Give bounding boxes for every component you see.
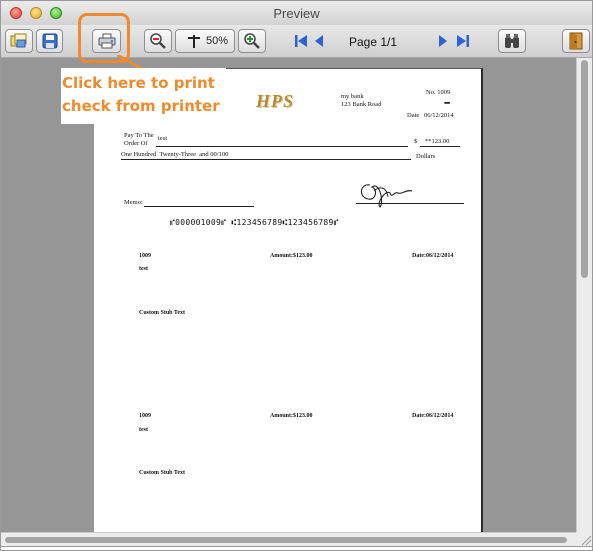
stub-custom-text: Custom Stub Text xyxy=(139,310,186,316)
signature-line xyxy=(356,203,464,204)
horizontal-scrollbar[interactable] xyxy=(1,532,576,547)
date-label: Date xyxy=(407,112,420,119)
vertical-scrollbar[interactable] xyxy=(576,58,592,532)
last-page-icon[interactable] xyxy=(456,34,470,48)
stub-check-number: 1009 xyxy=(139,413,151,419)
previous-page-icon[interactable] xyxy=(314,34,324,48)
open-button[interactable] xyxy=(5,29,33,53)
bank-name: my bank xyxy=(341,93,364,100)
fit-page-icon xyxy=(188,35,200,48)
amount-words-line xyxy=(121,159,411,160)
background-window-edge xyxy=(1,546,592,550)
exit-door-icon xyxy=(569,32,583,50)
stub-date: Date:06/12/2014 xyxy=(412,413,454,419)
pay-to-label-line1: Pay To The xyxy=(124,132,154,139)
memo-line xyxy=(144,206,254,207)
payee-name: test xyxy=(158,135,168,142)
zoom-level-label: 50% xyxy=(206,35,229,47)
payee-line xyxy=(156,146,408,147)
memo-label: Memo: xyxy=(124,199,143,206)
amount-in-words: One Hundred Twenty-Three and 00/100 xyxy=(121,151,229,158)
fraction-code: ▪▪▪▪ xyxy=(444,100,450,107)
check-amount: **123.00 xyxy=(425,138,450,145)
zoom-level-field[interactable]: 50% xyxy=(175,29,235,53)
binoculars-icon xyxy=(505,34,519,48)
micr-line: ⑈000001009⑈ ⑆123456789⑆123456789⑈ xyxy=(170,218,339,227)
signature-image xyxy=(360,184,413,208)
zoom-out-icon xyxy=(150,33,166,49)
print-callout: Click here to print check from printer xyxy=(61,68,226,124)
vertical-scroll-thumb[interactable] xyxy=(581,60,588,278)
first-page-icon[interactable] xyxy=(294,34,308,48)
save-button[interactable] xyxy=(36,29,63,53)
stub-check-number: 1009 xyxy=(139,253,151,259)
dollar-sign: $ xyxy=(414,138,418,145)
bank-logo: HPS xyxy=(256,91,295,111)
date-value: 06/12/2014 xyxy=(424,112,454,119)
stub-amount: Amount:$123.00 xyxy=(270,253,313,259)
bank-address: 123 Bank Road xyxy=(341,101,382,108)
stub-date: Date:06/12/2014 xyxy=(412,253,454,259)
resize-grip-icon xyxy=(581,535,592,546)
zoom-in-button[interactable] xyxy=(238,29,266,53)
stub-custom-text: Custom Stub Text xyxy=(139,470,186,476)
binoculars-button[interactable] xyxy=(498,29,526,53)
stub-amount: Amount:$123.00 xyxy=(270,413,313,419)
save-disk-icon xyxy=(42,33,57,49)
callout-line-1: Click here to print xyxy=(62,74,215,92)
page-indicator: Page 1/1 xyxy=(349,35,398,49)
open-folder-icon xyxy=(10,33,27,48)
callout-line-2: check from printer xyxy=(62,97,220,115)
next-page-icon[interactable] xyxy=(438,34,448,48)
horizontal-scroll-thumb[interactable] xyxy=(5,537,567,543)
exit-button[interactable] xyxy=(562,29,590,53)
resize-corner[interactable] xyxy=(576,532,592,546)
zoom-out-button[interactable] xyxy=(144,29,172,53)
check-number: No. 1009 xyxy=(426,89,451,96)
check-page: HPS my bank 123 Bank Road No. 1009 ▪▪▪▪ … xyxy=(94,68,483,532)
stub-payee: test xyxy=(139,427,148,433)
pay-to-label-line2: Order Of xyxy=(124,140,148,147)
stub-payee: test xyxy=(139,266,148,272)
amount-line xyxy=(420,146,460,147)
zoom-in-icon xyxy=(244,33,260,49)
dollars-label: Dollars xyxy=(416,153,436,160)
preview-area: HPS my bank 123 Bank Road No. 1009 ▪▪▪▪ … xyxy=(1,58,576,532)
